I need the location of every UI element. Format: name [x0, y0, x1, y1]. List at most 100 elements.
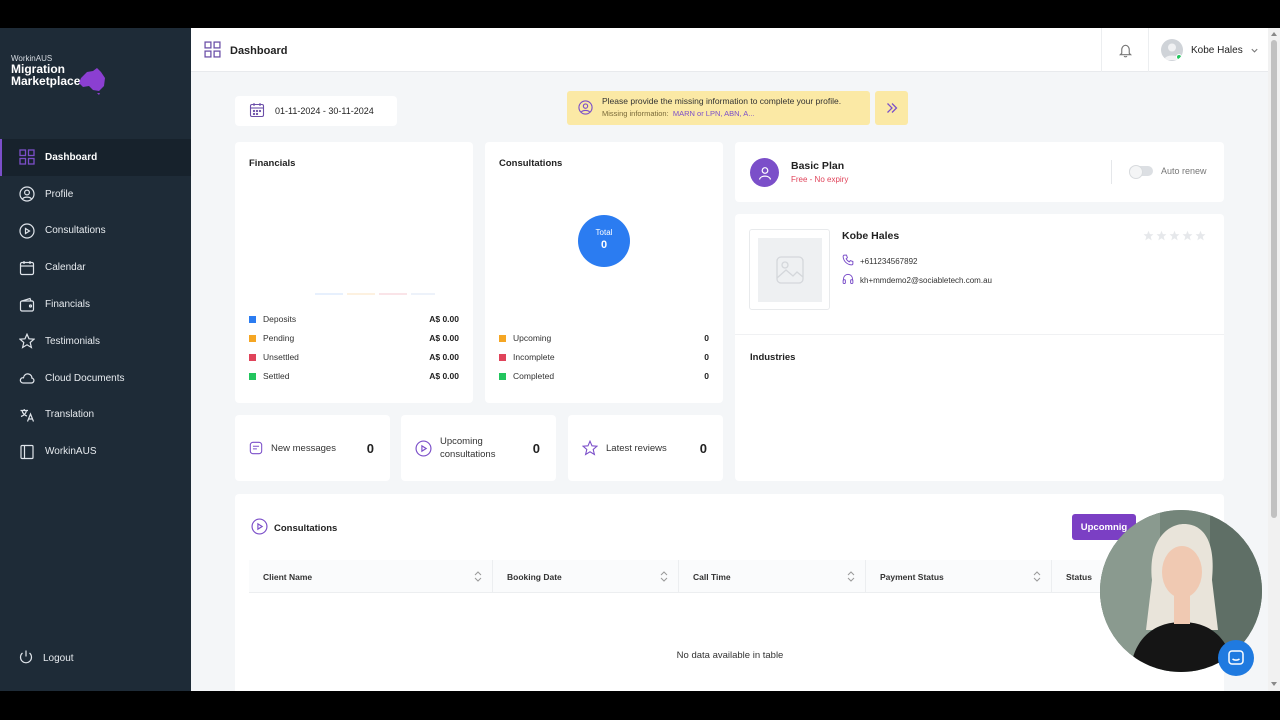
upcoming-consultations-label: Upcoming consultations — [440, 436, 496, 460]
sidebar-item-label: Cloud Documents — [45, 372, 125, 384]
sort-icon — [474, 571, 482, 582]
alert-expand-button[interactable] — [875, 91, 908, 125]
sidebar-item-label: Dashboard — [45, 151, 98, 163]
top-bar: Dashboard Kobe Hales — [191, 28, 1268, 72]
sort-icon — [1033, 571, 1041, 582]
user-name: Kobe Hales — [1191, 44, 1243, 56]
profile-card: Kobe Hales +611234567892 kh+mmdemo2@soci… — [735, 214, 1224, 481]
play-chat-icon — [251, 518, 268, 538]
calendar-icon — [18, 259, 36, 277]
column-payment-status[interactable]: Payment Status — [866, 560, 1052, 593]
page-scrollbar[interactable] — [1268, 28, 1280, 691]
alert-message: Please provide the missing information t… — [602, 96, 842, 106]
value-settled: A$ 0.00 — [429, 371, 459, 381]
profile-alert[interactable]: Please provide the missing information t… — [567, 91, 870, 125]
page-title-text: Dashboard — [230, 45, 288, 57]
consultations-table-title: Consultations — [251, 518, 337, 538]
scroll-down-icon — [1271, 682, 1277, 686]
user-menu[interactable]: Kobe Hales — [1161, 39, 1259, 61]
sidebar-item-label: Calendar — [45, 262, 86, 274]
sidebar-item-calendar[interactable]: Calendar — [0, 249, 191, 286]
rating-stars — [1143, 230, 1206, 241]
sidebar-item-consultations[interactable]: Consultations — [0, 213, 191, 250]
value-deposits: A$ 0.00 — [429, 314, 459, 324]
notifications-button[interactable] — [1101, 28, 1149, 72]
profile-email: kh+mmdemo2@sociabletech.com.au — [842, 273, 992, 287]
new-messages-label: New messages — [271, 442, 336, 454]
consultations-title: Consultations — [499, 158, 563, 169]
cloud-icon — [18, 369, 36, 387]
double-chevron-right-icon — [886, 103, 897, 113]
financials-chart-baseline — [315, 293, 435, 295]
column-call-time[interactable]: Call Time — [679, 560, 866, 593]
new-messages-tile[interactable]: New messages 0 — [235, 415, 390, 481]
logo[interactable]: WorkinAUS Migration Marketplace — [11, 54, 121, 98]
auto-renew-toggle[interactable] — [1129, 165, 1153, 179]
sort-icon — [660, 571, 668, 582]
table-header: Client Name Booking Date Call Time Payme… — [249, 560, 1229, 593]
column-client-name[interactable]: Client Name — [249, 560, 493, 593]
value-unsettled: A$ 0.00 — [429, 352, 459, 362]
financials-card: Financials Deposits A$ 0.00 Pending A$ 0… — [235, 142, 473, 403]
sort-icon — [847, 571, 855, 582]
divider — [735, 334, 1224, 335]
grid-icon — [204, 41, 221, 61]
play-chat-icon — [18, 222, 36, 240]
plan-name: Basic Plan — [791, 160, 845, 172]
star-icon — [1182, 230, 1193, 241]
star-icon — [1156, 230, 1167, 241]
logout-label: Logout — [43, 653, 74, 664]
plan-card: Basic Plan Free - No expiry Auto renew — [735, 142, 1224, 202]
date-range-text: 01-11-2024 - 30-11-2024 — [275, 106, 374, 116]
auto-renew-label: Auto renew — [1161, 166, 1207, 176]
sidebar-item-financials[interactable]: Financials — [0, 286, 191, 323]
sidebar-item-cloud-documents[interactable]: Cloud Documents — [0, 360, 191, 397]
sidebar-item-profile[interactable]: Profile — [0, 176, 191, 213]
consultations-total: Total 0 — [578, 215, 630, 267]
upcoming-consultations-tile[interactable]: Upcoming consultations 0 — [401, 415, 556, 481]
legend-completed: Completed — [499, 371, 554, 381]
plan-expiry: Free - No expiry — [791, 175, 849, 184]
message-icon — [249, 441, 263, 455]
australia-map-icon — [79, 68, 105, 95]
star-icon — [1143, 230, 1154, 241]
page-title: Dashboard — [204, 41, 287, 61]
sidebar-item-workinaus[interactable]: WorkinAUS — [0, 433, 191, 470]
sidebar-item-dashboard[interactable]: Dashboard — [0, 139, 191, 176]
calendar-icon — [249, 102, 265, 120]
legend-incomplete: Incomplete — [499, 352, 555, 362]
sidebar-item-label: Testimonials — [45, 335, 101, 347]
power-icon — [18, 649, 34, 668]
chat-launcher-button[interactable] — [1218, 640, 1254, 676]
column-booking-date[interactable]: Booking Date — [493, 560, 679, 593]
value-completed: 0 — [704, 371, 709, 381]
star-icon — [582, 440, 598, 456]
total-value: 0 — [600, 239, 608, 251]
star-icon — [18, 332, 36, 350]
divider — [1111, 160, 1112, 184]
consultations-card: Consultations Total 0 Upcoming 0 Incompl… — [485, 142, 723, 403]
logout-button[interactable]: Logout — [18, 649, 74, 668]
industries-title: Industries — [750, 352, 796, 363]
profile-name: Kobe Hales — [842, 230, 900, 242]
sidebar-item-translation[interactable]: Translation — [0, 397, 191, 434]
online-indicator — [1176, 54, 1182, 60]
latest-reviews-tile[interactable]: Latest reviews 0 — [568, 415, 723, 481]
date-range-picker[interactable]: 01-11-2024 - 30-11-2024 — [235, 96, 397, 126]
consultations-table-card: Consultations Upcomnig Client Name Booki… — [235, 494, 1229, 691]
scrollbar-thumb[interactable] — [1271, 40, 1277, 518]
grid-icon — [18, 148, 36, 166]
value-upcoming: 0 — [704, 333, 709, 343]
sidebar-nav: Dashboard Profile Consultations Calendar — [0, 139, 191, 470]
total-label: Total — [595, 228, 613, 237]
profile-image[interactable] — [749, 229, 830, 310]
sidebar-item-label: Financials — [45, 299, 91, 311]
scroll-up-icon — [1271, 32, 1277, 36]
profile-phone: +611234567892 — [842, 254, 917, 268]
avatar — [1161, 39, 1183, 61]
sidebar: WorkinAUS Migration Marketplace Dashboar… — [0, 28, 191, 691]
sidebar-item-label: WorkinAUS — [45, 446, 97, 458]
sidebar-item-testimonials[interactable]: Testimonials — [0, 323, 191, 360]
sidebar-item-label: Profile — [45, 188, 74, 200]
window-icon — [18, 443, 36, 461]
